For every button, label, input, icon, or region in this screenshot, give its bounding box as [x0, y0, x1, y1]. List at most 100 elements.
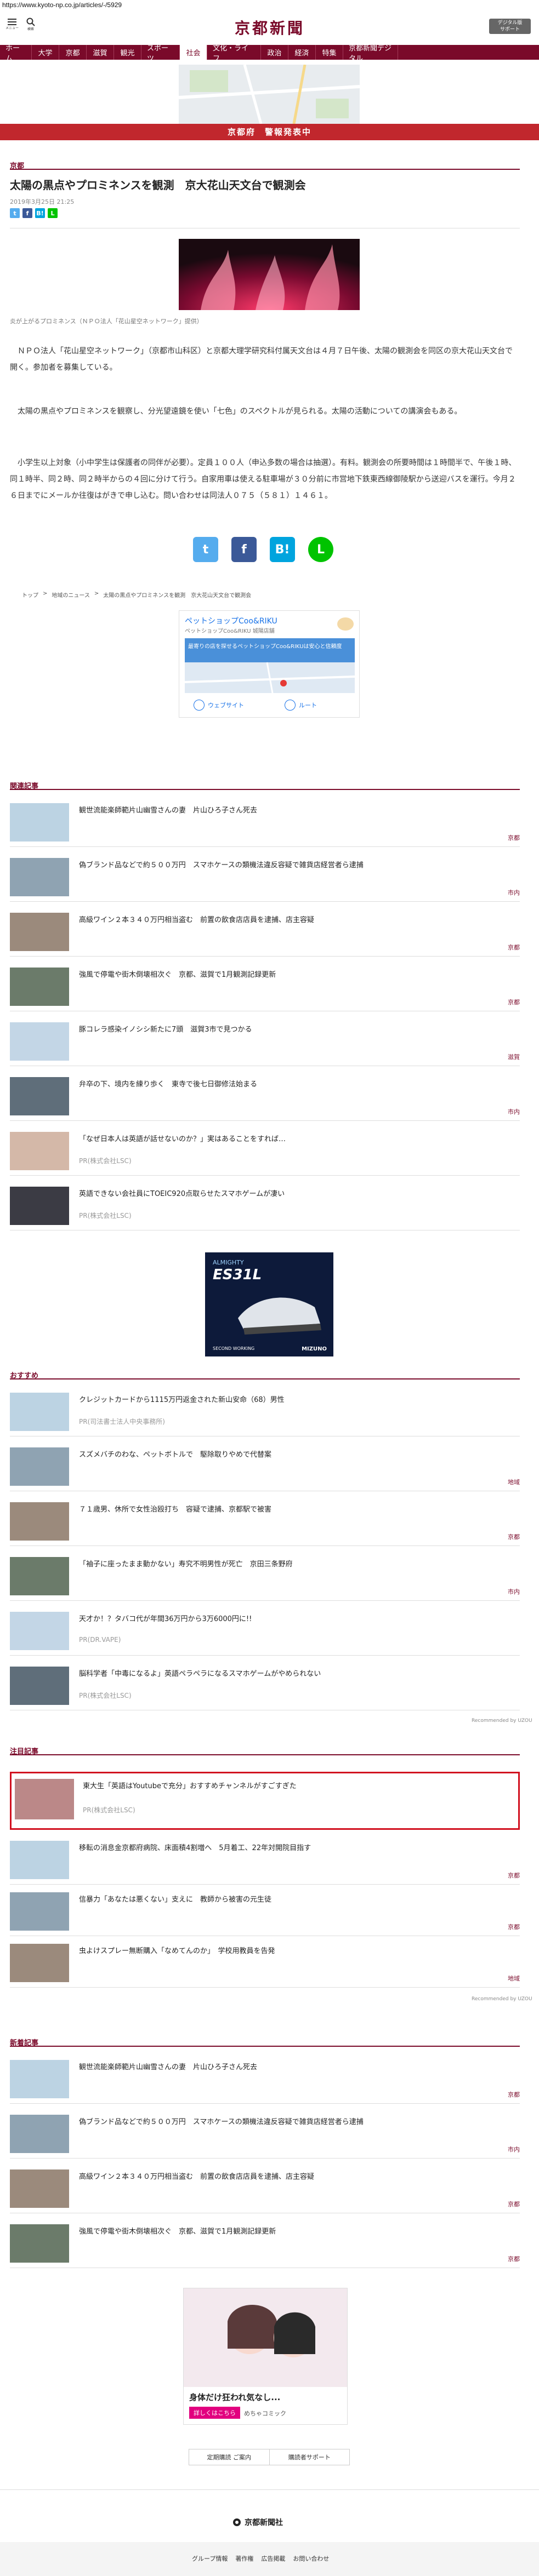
manga-ad-button[interactable]: 詳しくはこちら	[189, 2407, 240, 2419]
shoe-ad[interactable]: ALMIGHTY ES31L SECOND WORKING MIZUNO	[205, 1252, 333, 1356]
footer-link[interactable]: お問い合わせ	[293, 2554, 329, 2563]
line-icon[interactable]: L	[48, 208, 58, 218]
list-item-tag[interactable]: 京都	[508, 2254, 520, 2263]
list-item-tag[interactable]: 市内	[508, 2145, 520, 2154]
footer-link[interactable]: 広告掲載	[261, 2554, 285, 2563]
list-item[interactable]: 脳科学者「中毒になるよ」英語ペラペラになるスマホゲームがやめられない PR(株式会…	[10, 1661, 520, 1710]
list-item-tag[interactable]: 京都	[508, 943, 520, 952]
section-divider	[10, 789, 520, 790]
list-item[interactable]: 弁卒の下、境内を練り歩く 東寺で後七日御修法始まる 市内	[10, 1072, 520, 1121]
page: { "browser": {"url": "https://www.kyoto-…	[0, 0, 539, 2576]
menu-button[interactable]: メニュー	[5, 19, 19, 30]
weather-alert-bar[interactable]: 京都府 警報発表中	[0, 124, 539, 140]
digital-support-button[interactable]: デジタル版 サポート	[489, 19, 531, 34]
list-item[interactable]: 観世流能楽師範片山幽雪さんの妻 片山ひろ子さん死去 京都	[10, 798, 520, 847]
list-item[interactable]: 強風で停電や街木倒壊相次ぐ 京都、滋賀で1月観測記録更新 京都	[10, 962, 520, 1011]
list-item[interactable]: ７１歳男、休所で女性治殴打ち 容疑で逮捕、京都駅で被害 京都	[10, 1497, 520, 1546]
line-icon[interactable]: L	[308, 537, 333, 562]
article-paragraph-1: ＮＰＯ法人「花山星空ネットワーク」（京都市山科区）と京都大理学研究科付属天文台は…	[10, 347, 513, 372]
list-item-tag[interactable]: 京都	[508, 998, 520, 1006]
list-item[interactable]: 虫よけスプレー無断購入「なめてんのか」 学校用教員を告発地域	[10, 1938, 520, 1988]
list-item[interactable]: クレジットカードから1115万円返金された新山安命（68）男性 PR(司法書士法人…	[10, 1387, 520, 1436]
article-date: 2019年3月25日 21:25	[10, 198, 75, 205]
list-item-tag[interactable]: 滋賀	[508, 1052, 520, 1061]
list-item[interactable]: 豚コレラ感染イノシシ新たに7頭 滋賀3市で見つかる 滋賀	[10, 1017, 520, 1066]
article-thumbnail	[10, 1667, 69, 1705]
nav-item[interactable]: 大学	[32, 45, 59, 60]
list-item-tag[interactable]: 市内	[508, 888, 520, 897]
footer-company[interactable]: 京都新聞社	[232, 2517, 283, 2528]
nav-item[interactable]: 経済	[288, 45, 316, 60]
list-item[interactable]: 強風で停電や街木倒壊相次ぐ 京都、滋賀で1月観測記録更新京都	[10, 2219, 520, 2268]
prominence-image	[179, 239, 360, 310]
list-item-tag[interactable]: 京都	[508, 2200, 520, 2208]
list-item[interactable]: 「なぜ日本人は英語が話せないのか？」実はあることをすれば… PR(株式会社LSC)	[10, 1126, 520, 1176]
subscription-link[interactable]: 定期購読 ご案内	[189, 2449, 270, 2465]
footer-link[interactable]: 著作権	[235, 2554, 253, 2563]
list-item-pr: PR(司法書士法人中央事務所)	[79, 1418, 165, 1426]
list-item[interactable]: 「袖子に座ったまま動かない」寿究不明男性が死亡 京田三条野府 市内	[10, 1552, 520, 1601]
list-item[interactable]: 移転の消息金京都府病院、床面積4割増へ 5月着工、22年対開院目指す 京都	[10, 1835, 520, 1885]
twitter-icon[interactable]: t	[193, 537, 218, 562]
browser-url[interactable]: https://www.kyoto-np.co.jp/articles/-/59…	[2, 1, 122, 9]
list-item-title: 高級ワイン２本３４０万円相当盗む 前置の飲食店店員を逮捕、店主容疑	[79, 916, 315, 924]
facebook-icon[interactable]: f	[22, 208, 32, 218]
list-item-tag[interactable]: 京都	[508, 2090, 520, 2099]
featured-thumb	[15, 1779, 74, 1819]
site-logo[interactable]: 京都新聞	[226, 16, 314, 38]
list-item[interactable]: 英語できない会社員にTOEIC920点取らせたスマホゲームが凄い PR(株式会社L…	[10, 1181, 520, 1230]
featured-article[interactable]: 東大生「英語はYoutubeで充分」おすすめチャンネルがすごすぎた PR(株式会…	[10, 1772, 520, 1830]
list-item-tag[interactable]: 地域	[508, 1974, 520, 1983]
list-item[interactable]: 信暴力「あなたは悪くない」支えに 教師から被害の元生徒 京都	[10, 1887, 520, 1936]
list-item-tag[interactable]: 京都	[508, 833, 520, 842]
list-item-tag[interactable]: 京都	[508, 1922, 520, 1931]
list-item-tag[interactable]: 地域	[508, 1478, 520, 1486]
list-item-tag[interactable]: 京都	[508, 1871, 520, 1880]
hatena-icon[interactable]: B!	[270, 537, 295, 562]
breadcrumb-item[interactable]: トップ	[22, 591, 38, 599]
company-logo-icon	[233, 2518, 241, 2526]
website-button[interactable]: ウェブサイト	[194, 700, 244, 711]
nav-item[interactable]: 京都	[59, 45, 87, 60]
list-item-title: 脳科学者「中毒になるよ」英語ペラペラになるスマホゲームがやめられない	[79, 1670, 321, 1678]
list-item[interactable]: 観世流能楽師範片山幽雪さんの妻 片山ひろ子さん死去 京都	[10, 2054, 520, 2104]
nav-item[interactable]: 観光	[114, 45, 141, 60]
route-button[interactable]: ルート	[285, 700, 317, 711]
list-item-tag[interactable]: 市内	[508, 1587, 520, 1596]
nav-item[interactable]: 政治	[261, 45, 288, 60]
digital-line2: サポート	[500, 27, 520, 32]
hatena-icon[interactable]: B!	[35, 208, 45, 218]
search-button[interactable]: 検索	[26, 18, 35, 31]
uzou-credit[interactable]: Recommended by UZOU	[472, 1996, 532, 2002]
uzou-credit[interactable]: Recommended by UZOU	[472, 1718, 532, 1724]
breadcrumb-item[interactable]: 地域のニュース	[52, 591, 90, 599]
facebook-icon[interactable]: f	[231, 537, 257, 562]
list-item[interactable]: 天才か！？タバコ代が年間36万円から3万6000円に!! PR(DR.VAPE)	[10, 1606, 520, 1656]
footer-link[interactable]: グループ情報	[192, 2554, 228, 2563]
list-item-title: 虫よけスプレー無断購入「なめてんのか」 学校用教員を告発	[79, 1947, 275, 1955]
list-item[interactable]: 偽ブランド品などで約５００万円 スマホケースの類機法違反容疑で雑貨店経営者ら逮捕…	[10, 852, 520, 902]
list-item-tag[interactable]: 京都	[508, 1532, 520, 1541]
article-thumbnail	[10, 1132, 69, 1170]
list-item[interactable]: 偽ブランド品などで約５００万円 スマホケースの類機法違反容疑で雑貨店経営者ら逮捕…	[10, 2109, 520, 2159]
nav-item[interactable]: 特集	[316, 45, 343, 60]
twitter-icon[interactable]: t	[10, 208, 20, 218]
map-banner-ad[interactable]	[178, 64, 360, 124]
breadcrumb-separator: >	[94, 591, 99, 597]
article-photo[interactable]	[179, 239, 360, 310]
nav-item[interactable]: 滋賀	[87, 45, 114, 60]
footer-bottom-links: グループ情報 著作権 広告掲載 お問い合わせ	[192, 2554, 329, 2563]
list-item-title: 強風で停電や街木倒壊相次ぐ 京都、滋賀で1月観測記録更新	[79, 2228, 276, 2236]
nav-item[interactable]: スポーツ	[141, 44, 180, 63]
list-item[interactable]: 高級ワイン２本３４０万円相当盗む 前置の飲食店店員を逮捕、店主容疑 京都	[10, 2164, 520, 2213]
support-link[interactable]: 購読者サポート	[270, 2449, 350, 2465]
nav-item[interactable]: 文化・ライフ	[207, 44, 261, 63]
list-item[interactable]: 高級ワイン２本３４０万円相当盗む 前置の飲食店店員を逮捕、店主容疑京都	[10, 907, 520, 957]
manga-ad[interactable]: 身体だけ狂われ気なし... 詳しくはこちら めちゃコミック	[183, 2288, 348, 2425]
nav-item[interactable]: 社会	[180, 45, 207, 60]
list-item-tag[interactable]: 市内	[508, 1107, 520, 1116]
nav-item[interactable]: ホーム	[0, 44, 32, 63]
nav-item[interactable]: 京都新聞デジタル	[343, 44, 398, 63]
pet-shop-ad[interactable]: ペットショップCoo&RIKU ペットショップCoo&RIKU 城陽店舗 最寄り…	[179, 610, 360, 718]
list-item[interactable]: スズメバチのわな、ペットボトルで 駆除取りやめで代替案 地域	[10, 1442, 520, 1491]
